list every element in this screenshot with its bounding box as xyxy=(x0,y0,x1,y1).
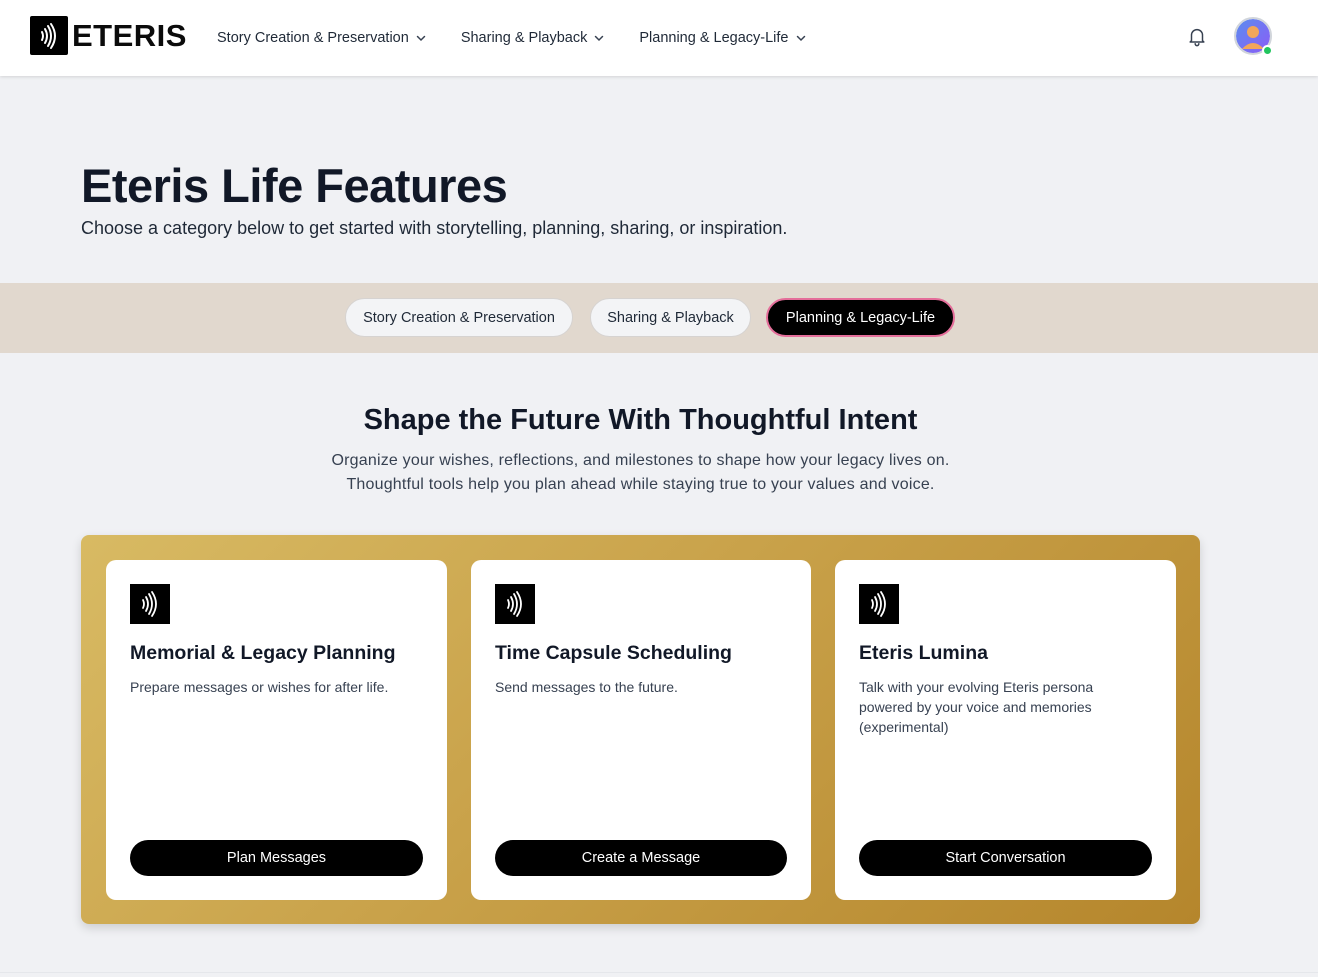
sound-waves-icon xyxy=(859,584,899,624)
nav-item-sharing-playback[interactable]: Sharing & Playback xyxy=(461,30,606,46)
nav-menu: Story Creation & Preservation Sharing & … xyxy=(217,0,841,76)
page-title: Eteris Life Features xyxy=(81,159,508,212)
top-navbar: ETERIS Story Creation & Preservation Sha… xyxy=(0,0,1318,76)
nav-item-label: Story Creation & Preservation xyxy=(217,30,409,46)
card-description: Talk with your evolving Eteris persona p… xyxy=(859,679,1094,735)
brand-logo[interactable]: ETERIS xyxy=(30,16,187,55)
card-title: Time Capsule Scheduling xyxy=(495,642,732,664)
card-title: Eteris Lumina xyxy=(859,642,988,664)
sound-waves-logo-icon xyxy=(30,16,68,55)
create-message-button[interactable]: Create a Message xyxy=(495,840,787,876)
feature-card-memorial: Memorial & Legacy Planning Prepare messa… xyxy=(106,560,447,900)
sound-waves-icon xyxy=(495,584,535,624)
feature-card-eteris-lumina: Eteris Lumina Talk with your evolving Et… xyxy=(835,560,1176,900)
brand-name: ETERIS xyxy=(72,18,187,53)
plan-messages-button[interactable]: Plan Messages xyxy=(130,840,423,876)
section-description-line: Thoughtful tools help you plan ahead whi… xyxy=(346,476,935,493)
chevron-down-icon xyxy=(593,32,605,44)
section-title: Shape the Future With Thoughtful Intent xyxy=(363,404,918,436)
card-title: Memorial & Legacy Planning xyxy=(130,642,396,664)
footer-divider xyxy=(0,972,1318,973)
nav-item-story-creation[interactable]: Story Creation & Preservation xyxy=(217,30,427,46)
card-description: Send messages to the future. xyxy=(495,679,678,695)
nav-item-label: Sharing & Playback xyxy=(460,30,588,46)
start-conversation-button[interactable]: Start Conversation xyxy=(859,840,1152,876)
category-tabs: Story Creation & Preservation Sharing & … xyxy=(0,283,1318,353)
tab-planning-legacy[interactable]: Planning & Legacy-Life xyxy=(766,298,955,337)
chevron-down-icon xyxy=(415,32,427,44)
page-subtitle: Choose a category below to get started w… xyxy=(81,218,788,238)
section-description: Organize your wishes, reflections, and m… xyxy=(0,449,1281,497)
feature-card-time-capsule: Time Capsule Scheduling Send messages to… xyxy=(471,560,811,900)
nav-item-planning-legacy[interactable]: Planning & Legacy-Life xyxy=(639,30,806,46)
chevron-down-icon xyxy=(795,32,807,44)
online-status-dot xyxy=(1262,45,1273,56)
feature-cards-panel: Memorial & Legacy Planning Prepare messa… xyxy=(81,535,1200,924)
bell-icon[interactable] xyxy=(1186,25,1208,47)
nav-item-label: Planning & Legacy-Life xyxy=(639,30,789,46)
tab-story-creation[interactable]: Story Creation & Preservation xyxy=(345,298,573,337)
sound-waves-icon xyxy=(130,584,170,624)
card-description: Prepare messages or wishes for after lif… xyxy=(130,679,389,695)
tab-sharing-playback[interactable]: Sharing & Playback xyxy=(590,298,751,337)
section-description-line: Organize your wishes, reflections, and m… xyxy=(331,452,950,469)
